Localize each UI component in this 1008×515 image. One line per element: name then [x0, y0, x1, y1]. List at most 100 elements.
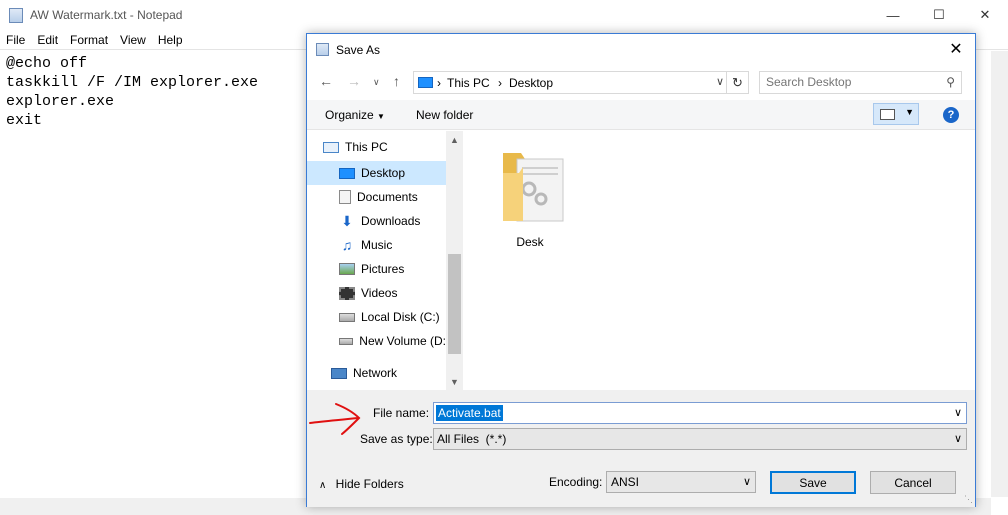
recent-locations-icon[interactable]: ∨: [373, 77, 380, 88]
downloads-icon: ⬇: [341, 213, 353, 229]
notepad-title-bar: AW Watermark.txt - Notepad — ☐ ✕: [0, 0, 1008, 30]
nav-item-local-disk-c[interactable]: Local Disk (C:): [339, 305, 446, 329]
music-icon: ♫: [341, 237, 353, 253]
navigation-pane: This PC Desktop Documents ⬇ Downloads ♫ …: [307, 131, 464, 391]
nav-item-music[interactable]: ♫ Music: [339, 233, 444, 257]
view-icon: [880, 109, 895, 120]
scrollbar-thumb[interactable]: [448, 254, 461, 354]
encoding-select[interactable]: ANSI ∨: [606, 471, 756, 493]
menu-file[interactable]: File: [0, 30, 31, 49]
hide-folders-label: Hide Folders: [335, 477, 404, 491]
organize-button[interactable]: Organize ▼: [325, 108, 385, 122]
drive-icon: [339, 312, 355, 322]
save-as-dialog: Save As ✕ ← → ∨ ↑ › This PC › Desktop ∨ …: [306, 33, 976, 507]
nav-item-downloads[interactable]: ⬇ Downloads: [339, 209, 444, 233]
nav-item-label: Pictures: [361, 262, 405, 276]
encoding-value: ANSI: [611, 475, 640, 489]
nav-item-this-pc[interactable]: This PC: [323, 135, 443, 159]
nav-item-videos[interactable]: Videos: [339, 281, 444, 305]
change-view-button[interactable]: ▼: [873, 103, 919, 125]
save-button[interactable]: Save: [770, 471, 856, 494]
file-item[interactable]: Desk: [495, 143, 565, 253]
chevron-down-icon[interactable]: ∨: [716, 75, 724, 88]
notepad-text-area[interactable]: @echo off taskkill /F /IM explorer.exe exp…: [6, 54, 258, 130]
menu-help[interactable]: Help: [152, 30, 189, 49]
encoding-label: Encoding:: [549, 475, 603, 489]
nav-item-label: Documents: [357, 190, 418, 204]
breadcrumb-this-pc[interactable]: This PC: [447, 76, 490, 90]
save-as-icon: [316, 43, 329, 56]
nav-item-pictures[interactable]: Pictures: [339, 257, 444, 281]
text-line: exit: [6, 112, 43, 129]
navigation-bar: ← → ∨ ↑ › This PC › Desktop ∨ ↻ ⚲: [307, 67, 975, 97]
text-line: explorer.exe: [6, 93, 115, 110]
help-icon[interactable]: ?: [943, 107, 959, 123]
save-options-panel: File name: Activate.bat ∨ Save as type: …: [307, 390, 975, 507]
menu-format[interactable]: Format: [64, 30, 114, 49]
file-name-value: Activate.bat: [436, 405, 503, 421]
save-as-type-label: Save as type:: [360, 432, 433, 446]
documents-icon: [339, 190, 351, 204]
back-arrow-icon[interactable]: ←: [319, 73, 333, 89]
hide-folders-button[interactable]: ∧ Hide Folders: [319, 477, 404, 491]
maximize-button[interactable]: ☐: [916, 0, 962, 30]
nav-item-label: New Volume (D:: [359, 334, 446, 348]
computer-icon: [418, 77, 433, 88]
search-icon: ⚲: [946, 75, 955, 89]
dialog-close-button[interactable]: ✕: [939, 34, 973, 64]
drive-icon: [339, 337, 354, 345]
nav-item-label: This PC: [345, 140, 388, 154]
desktop-icon: [339, 167, 355, 179]
notepad-title: AW Watermark.txt - Notepad: [30, 8, 183, 22]
nav-item-label: Videos: [361, 286, 398, 300]
nav-item-label: Music: [361, 238, 393, 252]
save-as-type-value: All Files (*.*): [437, 432, 507, 446]
nav-item-documents[interactable]: Documents: [339, 185, 444, 209]
file-name-field[interactable]: Activate.bat ∨: [433, 402, 967, 424]
resize-grip-icon[interactable]: ⋱: [964, 494, 973, 505]
chevron-up-icon: ∧: [319, 480, 327, 491]
new-folder-button[interactable]: New folder: [416, 108, 473, 122]
text-line: @echo off: [6, 55, 88, 72]
organize-label: Organize: [325, 108, 374, 122]
file-item-label: Desk: [516, 235, 544, 249]
cancel-button[interactable]: Cancel: [870, 471, 956, 494]
search-box[interactable]: ⚲: [759, 71, 962, 94]
refresh-icon[interactable]: ↻: [726, 72, 748, 93]
chevron-down-icon: ∨: [953, 433, 962, 445]
scroll-down-icon[interactable]: ▼: [450, 377, 459, 387]
address-bar[interactable]: › This PC › Desktop ∨ ↻: [413, 71, 749, 94]
file-list-pane: Desk: [465, 131, 975, 391]
menu-edit[interactable]: Edit: [31, 30, 64, 49]
notepad-icon: [9, 8, 23, 23]
save-as-type-select[interactable]: All Files (*.*) ∨: [433, 428, 967, 450]
scroll-up-icon[interactable]: ▲: [450, 135, 459, 145]
chevron-down-icon: ∨: [742, 476, 751, 488]
nav-item-label: Downloads: [361, 214, 421, 228]
chevron-down-icon: ▼: [377, 112, 385, 121]
breadcrumb-separator[interactable]: ›: [498, 76, 502, 90]
dialog-title-bar: Save As ✕: [307, 34, 975, 64]
chevron-down-icon[interactable]: ∨: [954, 406, 962, 419]
nav-item-desktop[interactable]: Desktop: [307, 161, 446, 185]
nav-item-label: Desktop: [361, 166, 406, 180]
up-arrow-icon[interactable]: ↑: [393, 73, 400, 89]
notepad-vertical-scrollbar[interactable]: [991, 51, 1008, 497]
file-name-label: File name:: [373, 406, 430, 420]
navigation-pane-scrollbar[interactable]: ▲ ▼: [446, 131, 463, 391]
computer-icon: [323, 141, 339, 153]
search-input[interactable]: [766, 75, 926, 89]
nav-item-network[interactable]: Network: [331, 361, 443, 385]
breadcrumb-separator[interactable]: ›: [437, 76, 441, 90]
chevron-down-icon: ▼: [905, 107, 914, 117]
network-icon: [331, 367, 347, 379]
pictures-icon: [339, 263, 355, 275]
nav-item-new-volume-d[interactable]: New Volume (D:: [339, 329, 446, 353]
forward-arrow-icon[interactable]: →: [347, 73, 361, 89]
close-button[interactable]: ✕: [962, 0, 1008, 30]
dialog-title: Save As: [336, 43, 381, 57]
menu-view[interactable]: View: [114, 30, 152, 49]
breadcrumb-desktop[interactable]: Desktop: [509, 76, 553, 90]
minimize-button[interactable]: —: [870, 0, 916, 30]
nav-item-label: Local Disk (C:): [361, 310, 440, 324]
